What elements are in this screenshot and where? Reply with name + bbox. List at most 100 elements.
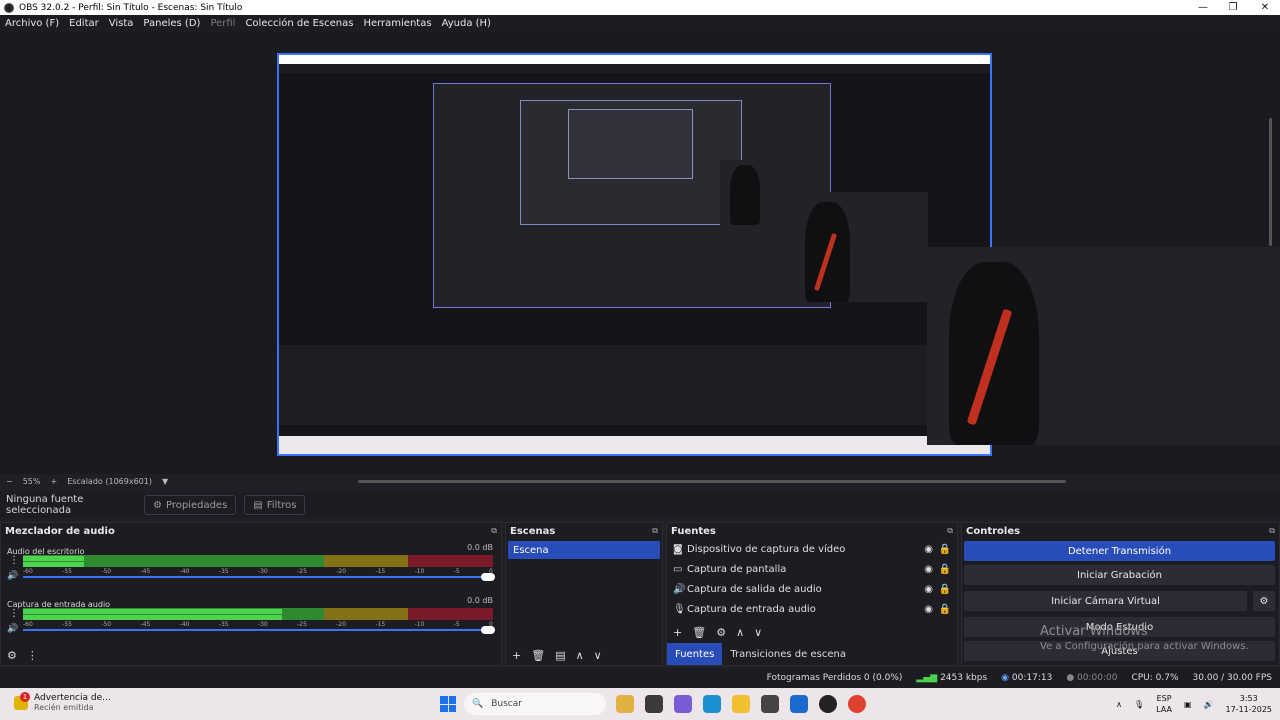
move-down-icon[interactable]: ∨ <box>754 626 762 639</box>
mute-speaker-icon[interactable]: 🔊 <box>7 571 18 581</box>
dropped-frames: Fotogramas Perdidos 0 (0.0%) <box>766 673 903 683</box>
lock-icon[interactable]: 🔒 <box>939 564 951 575</box>
eye-icon[interactable]: ◉ <box>924 584 933 595</box>
stop-streaming-button[interactable]: Detener Transmisión <box>964 541 1275 561</box>
zoom-in-button[interactable]: + <box>50 477 57 486</box>
remove-source-icon[interactable]: 🗑 <box>692 626 706 639</box>
zoom-value: 55% <box>22 476 41 486</box>
record-time: 00:00:00 <box>1077 673 1118 683</box>
chrome-icon[interactable] <box>848 695 866 713</box>
taskbar-search[interactable]: 🔍 Buscar <box>464 693 606 715</box>
zoom-out-button[interactable]: − <box>6 477 13 486</box>
meter-tick-label: -35 <box>218 621 229 628</box>
file-explorer-icon[interactable] <box>732 695 750 713</box>
copilot-icon[interactable] <box>674 695 692 713</box>
start-recording-button[interactable]: Iniciar Grabación <box>964 565 1275 585</box>
lock-icon[interactable]: 🔒 <box>939 604 951 615</box>
cpu-usage: CPU: 0.7% <box>1131 673 1179 683</box>
menu-editar[interactable]: Editar <box>69 18 99 29</box>
volume-meter <box>23 608 493 620</box>
meter-tick-label: -25 <box>297 621 307 628</box>
activate-windows-watermark: Activar Windows Ve a Configuración para … <box>1040 624 1249 652</box>
track-db: 0.0 dB <box>467 543 493 552</box>
volume-slider[interactable] <box>23 573 495 581</box>
volume-slider[interactable] <box>23 626 495 634</box>
tab-transiciones[interactable]: Transiciones de escena <box>722 643 854 665</box>
add-source-icon[interactable]: + <box>673 626 682 639</box>
start-virtual-camera-button[interactable]: Iniciar Cámara Virtual <box>964 591 1247 611</box>
close-button[interactable]: ✕ <box>1250 0 1280 15</box>
eye-icon[interactable]: ◉ <box>924 564 933 575</box>
notification-badge: 1 <box>20 691 30 702</box>
scene-filters-icon[interactable]: ▤ <box>555 649 565 662</box>
meter-tick-label: -10 <box>414 568 425 575</box>
obs-app-icon[interactable] <box>819 695 837 713</box>
tray-mic-icon[interactable]: 🎙 <box>1134 700 1144 709</box>
move-up-icon[interactable]: ∧ <box>576 649 584 662</box>
store-icon[interactable] <box>790 695 808 713</box>
dock-popout-icon[interactable]: ⧉ <box>491 526 497 536</box>
properties-button[interactable]: ⚙ Propiedades <box>144 495 237 515</box>
menu-perfil[interactable]: Perfil <box>210 18 235 29</box>
dock-popout-icon[interactable]: ⧉ <box>947 526 953 536</box>
language-indicator[interactable]: ESP LAA <box>1156 693 1172 715</box>
notification-widget[interactable]: 1 Advertencia de... Recién emitida <box>14 691 111 712</box>
eye-icon[interactable]: ◉ <box>924 604 933 615</box>
gear-icon: ⚙ <box>153 499 162 511</box>
nested-taskbar <box>279 436 990 454</box>
task-view-icon[interactable] <box>645 695 663 713</box>
volume-icon[interactable]: 🔊 <box>1204 700 1214 709</box>
minimize-button[interactable]: — <box>1188 0 1218 15</box>
move-down-icon[interactable]: ∨ <box>594 649 602 662</box>
windows-start-icon[interactable] <box>440 696 456 712</box>
advanced-audio-icon[interactable]: ⚙ <box>7 649 17 662</box>
tab-fuentes[interactable]: Fuentes <box>667 643 723 665</box>
tray-chevron-icon[interactable]: ∧ <box>1116 700 1122 709</box>
fps: 30.00 / 30.00 FPS <box>1192 673 1272 683</box>
move-up-icon[interactable]: ∧ <box>736 626 744 639</box>
clock[interactable]: 3:53 17-11-2025 <box>1226 693 1273 715</box>
menu-coleccion-escenas[interactable]: Colección de Escenas <box>245 18 353 29</box>
meter-tick-label: -15 <box>375 568 386 575</box>
remove-scene-icon[interactable]: 🗑 <box>531 649 545 662</box>
nested-title-bar <box>279 55 990 64</box>
scaling-dropdown-icon[interactable]: ▼ <box>162 477 168 486</box>
dock-popout-icon[interactable]: ⧉ <box>1269 526 1275 536</box>
track-menu-icon[interactable]: ⋮ <box>9 608 19 619</box>
lock-icon[interactable]: 🔒 <box>939 584 951 595</box>
virtual-camera-settings-icon[interactable]: ⚙ <box>1253 591 1275 611</box>
scene-item[interactable]: Escena <box>508 541 660 559</box>
taskbar-apps <box>616 695 866 713</box>
vertical-scrollbar[interactable] <box>1269 118 1272 246</box>
source-item[interactable]: 🔊 Captura de salida de audio ◉ 🔒 <box>667 579 957 599</box>
lock-icon[interactable]: 🔒 <box>939 544 951 555</box>
menu-paneles[interactable]: Paneles (D) <box>143 18 200 29</box>
menu-ayuda[interactable]: Ayuda (H) <box>442 18 491 29</box>
source-properties-icon[interactable]: ⚙ <box>716 626 726 639</box>
widgets-icon[interactable] <box>616 695 634 713</box>
add-scene-icon[interactable]: + <box>512 649 521 662</box>
source-item[interactable]: ◙ Dispositivo de captura de vídeo ◉ 🔒 <box>667 539 957 559</box>
sources-title: Fuentes <box>671 525 716 537</box>
filters-button[interactable]: ▤ Filtros <box>244 495 306 515</box>
app-icon[interactable] <box>761 695 779 713</box>
edge-icon[interactable] <box>703 695 721 713</box>
mute-speaker-icon[interactable]: 🔊 <box>7 624 18 634</box>
network-icon[interactable]: ▣ <box>1184 700 1192 709</box>
menu-vista[interactable]: Vista <box>109 18 134 29</box>
dock-popout-icon[interactable]: ⧉ <box>652 526 658 536</box>
horizontal-scrollbar[interactable] <box>358 480 1066 483</box>
volume-meter <box>23 555 493 567</box>
menu-herramientas[interactable]: Herramientas <box>363 18 431 29</box>
menu-archivo[interactable]: Archivo (F) <box>5 18 59 29</box>
signal-bars-icon: ▂▄▆ <box>916 673 938 683</box>
track-menu-icon[interactable]: ⋮ <box>9 555 19 566</box>
notification-title: Advertencia de... <box>34 693 111 703</box>
eye-icon[interactable]: ◉ <box>924 544 933 555</box>
scaling-label: Escalado (1069x601) <box>67 476 152 486</box>
source-item[interactable]: ▭ Captura de pantalla ◉ 🔒 <box>667 559 957 579</box>
mixer-menu-icon[interactable]: ⋮ <box>27 649 38 662</box>
source-item[interactable]: 🎙 Captura de entrada audio ◉ 🔒 <box>667 599 957 619</box>
no-source-selected-label: Ninguna fuente seleccionada <box>6 494 84 516</box>
maximize-button[interactable]: ❐ <box>1218 0 1248 15</box>
